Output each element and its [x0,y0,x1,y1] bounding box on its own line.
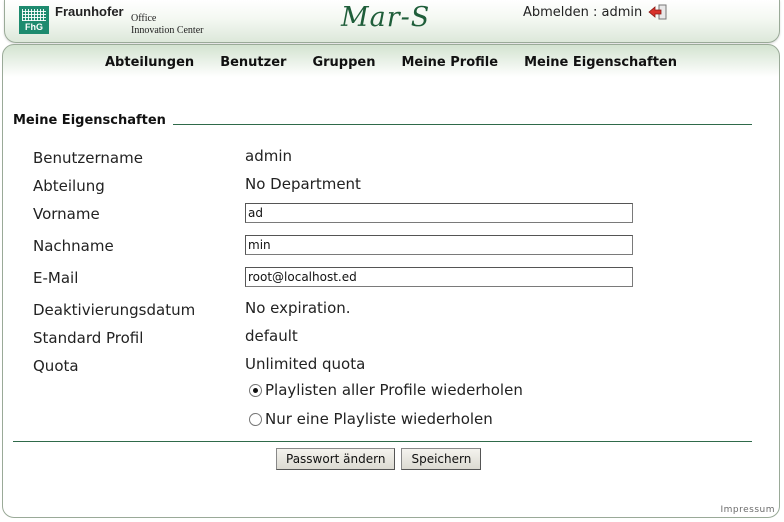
lastname-input[interactable] [245,235,633,255]
username-label: Benutzername [33,149,143,167]
deactivation-label: Deaktivierungsdatum [33,301,196,319]
username-value: admin [245,147,292,165]
default-profile-label: Standard Profil [33,329,144,347]
nav-item-benutzer[interactable]: Benutzer [220,55,286,70]
firstname-label: Vorname [33,205,100,223]
playlist-option-all-label: Playlisten aller Profile wiederholen [265,381,523,399]
logo-text: FhG [25,22,43,32]
nav-item-meine-profile[interactable]: Meine Profile [401,55,498,70]
change-password-button[interactable]: Passwort ändern [276,448,396,470]
department-value: No Department [245,175,361,193]
app-title: Mar-S [341,2,431,33]
logout-link[interactable]: Abmelden : admin [523,4,668,20]
deactivation-value: No expiration. [245,299,351,317]
department-label: Abteilung [33,177,105,195]
logout-label[interactable]: Abmelden : admin [523,5,642,20]
org-subtitle-1: Office [131,13,157,24]
email-label: E-Mail [33,269,79,287]
main-panel: Abteilungen Benutzer Gruppen Meine Profi… [2,44,780,518]
save-button[interactable]: Speichern [401,448,482,470]
default-profile-value: default [245,327,298,345]
nav-item-abteilungen[interactable]: Abteilungen [105,55,194,70]
form-actions: Passwort ändern Speichern [276,448,482,470]
quota-value: Unlimited quota [245,355,366,373]
impressum-link[interactable]: Impressum [720,505,775,515]
playlist-option-single[interactable]: Nur eine Playliste wiederholen [249,410,493,428]
quota-label: Quota [33,357,79,375]
form-divider [13,441,752,442]
app-header: FhG Fraunhofer Office Innovation Center … [4,0,780,43]
radio-button-selected[interactable] [249,383,262,397]
org-subtitle-2: Innovation Center [131,25,204,36]
org-name: Fraunhofer [55,4,124,19]
section-divider [173,124,752,125]
firstname-input[interactable] [245,203,633,223]
nav-item-meine-eigenschaften[interactable]: Meine Eigenschaften [524,55,677,70]
fraunhofer-logo: FhG [19,6,49,34]
section-title: Meine Eigenschaften [13,113,166,128]
logout-arrow-icon[interactable] [648,4,668,20]
nav-item-gruppen[interactable]: Gruppen [312,55,375,70]
main-nav: Abteilungen Benutzer Gruppen Meine Profi… [3,55,779,70]
playlist-option-single-label: Nur eine Playliste wiederholen [265,410,493,428]
playlist-option-all[interactable]: Playlisten aller Profile wiederholen [249,381,523,399]
email-input[interactable] [245,267,633,287]
lastname-label: Nachname [33,237,114,255]
radio-button-unselected[interactable] [249,412,262,426]
